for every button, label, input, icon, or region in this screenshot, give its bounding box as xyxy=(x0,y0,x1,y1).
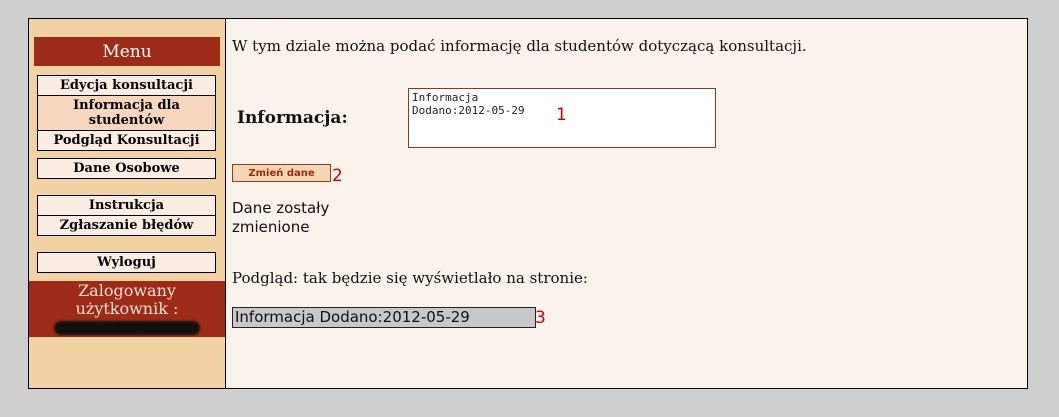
preview-label: Podgląd: tak będzie się wyświetlało na s… xyxy=(232,269,588,287)
menu-item-logout[interactable]: Wyloguj xyxy=(38,253,215,272)
menu-group-personal: Dane Osobowe xyxy=(37,158,216,179)
menu-group-logout: Wyloguj xyxy=(37,252,216,273)
intro-text: W tym dziale można podać informację dla … xyxy=(232,37,807,55)
page-frame: Menu Edycja konsultacji Informacja dla s… xyxy=(28,18,1028,389)
redacted-username: xxxxxxxxxxxxxxx xyxy=(53,321,201,335)
annotation-marker-3: 3 xyxy=(535,308,546,328)
logged-user-panel: Zalogowany użytkownik : xxxxxxxxxxxxxxx xyxy=(29,281,225,337)
menu-item-instructions[interactable]: Instrukcja xyxy=(38,196,215,216)
sidebar: Menu Edycja konsultacji Informacja dla s… xyxy=(29,19,226,388)
main-content: W tym dziale można podać informację dla … xyxy=(226,19,1027,388)
menu-group-help: Instrukcja Zgłaszanie błędów xyxy=(37,195,216,236)
annotation-marker-2: 2 xyxy=(332,166,343,186)
annotation-marker-1: 1 xyxy=(556,105,567,125)
menu-item-student-info[interactable]: Informacja dla studentów xyxy=(38,96,215,131)
logged-user-label: Zalogowany użytkownik : xyxy=(75,281,179,318)
menu-group-consultations: Edycja konsultacji Informacja dla studen… xyxy=(37,75,216,151)
menu-item-report-bugs[interactable]: Zgłaszanie błędów xyxy=(38,216,215,235)
change-data-button[interactable]: Zmień dane xyxy=(232,164,331,182)
status-message: Dane zostały zmienione xyxy=(232,199,330,236)
menu-item-personal-data[interactable]: Dane Osobowe xyxy=(38,159,215,178)
menu-header: Menu xyxy=(34,37,220,66)
menu-item-edit-consultations[interactable]: Edycja konsultacji xyxy=(38,76,215,96)
menu-item-preview-consultations[interactable]: Podgląd Konsultacji xyxy=(38,131,215,150)
preview-box: Informacja Dodano:2012-05-29 xyxy=(232,307,536,328)
info-label: Informacja: xyxy=(237,108,348,128)
